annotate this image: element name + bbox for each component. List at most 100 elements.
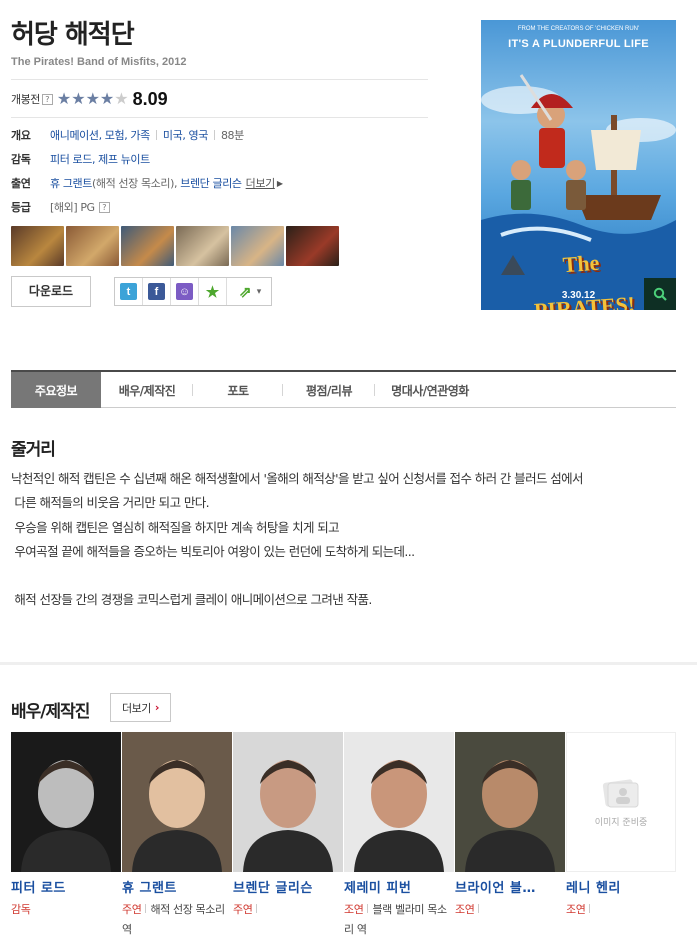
synopsis-heading: 줄거리 [11,440,56,460]
cast-card[interactable]: 제레미 피번조연 블랙 벨라미 목소리 역 [344,732,455,940]
download-button[interactable]: 다운로드 [11,276,91,307]
grade-label: 등급 [11,201,31,214]
role-type: 감독 [11,903,31,916]
still-thumbnail[interactable] [231,226,284,266]
still-thumbnail[interactable] [121,226,174,266]
facebook-button[interactable]: f [143,278,171,305]
tab-4[interactable]: 명대사/연관영화 [375,372,485,408]
rating-label: 개봉전 [11,93,40,106]
poster-tagline: IT'S A PLUNDERFUL LIFE [508,38,649,50]
cast-card[interactable]: 피터 로드감독 [11,732,122,940]
rating-score: 8.09 [132,88,168,109]
role-type: 주연 [233,903,253,916]
messenger-button[interactable]: ☺ [171,278,199,305]
movie-poster[interactable]: FROM THE CREATORS OF 'CHICKEN RUN' IT'S … [481,20,676,310]
cast-photo[interactable]: 이미지 준비중 [566,732,676,872]
cast-card[interactable]: 이미지 준비중레니 헨리조연 [566,732,677,940]
tab-label: 배우/제작진 [118,383,176,398]
crew-more-label: 더보기 [122,701,151,715]
cast-link-1[interactable]: 휴 그랜트 [50,175,92,191]
cast-name[interactable]: 휴 그랜트 [122,877,233,896]
person-silhouette [243,760,333,872]
grade-value: [해외] PG [50,201,95,214]
twitter-icon: t [120,283,137,300]
person-silhouette [21,760,111,872]
cast-more-link[interactable]: 더보기 [246,175,276,191]
role-type: 주연 [122,903,142,916]
cast-name[interactable]: 피터 로드 [11,877,122,896]
tab-label: 명대사/연관영화 [391,383,469,398]
cast-name[interactable]: 브라이언 블… [455,877,566,896]
cast-role: 조연 블랙 벨라미 목소리 역 [344,900,455,940]
director-link[interactable]: 피터 로드, 제프 뉴이트 [50,151,150,167]
star-icon: ★ [56,89,72,108]
star-icon: ★ [71,89,86,108]
cast-label: 출연 [11,177,31,190]
cast-list: 피터 로드감독 휴 그랜트주연 해적 선장 목소리 역 브렌단 글리슨주연 제레미… [11,732,677,940]
cast-card[interactable]: 브렌단 글리슨주연 [233,732,344,940]
cast-card[interactable]: 휴 그랜트주연 해적 선장 목소리 역 [122,732,233,940]
chevron-down-icon: ▾ [256,286,262,297]
help-icon[interactable]: ? [98,201,110,213]
still-thumbnail[interactable] [286,226,339,266]
separator [145,904,147,913]
zoom-button[interactable] [644,278,676,310]
star-icon: ★ [99,89,115,108]
tab-bar: 주요정보 배우/제작진 포토 평점/리뷰 명대사/연관영화 [11,370,676,408]
share-out-button[interactable]: ⇗ ▾ [227,278,271,305]
still-thumbnail[interactable] [11,226,64,266]
poster-credit-line: FROM THE CREATORS OF 'CHICKEN RUN' [517,26,640,32]
director-label: 감독 [11,153,31,166]
role-type: 조연 [455,903,475,916]
help-icon[interactable]: ? [41,93,53,105]
chevron-right-icon: › [154,701,160,714]
cast-name[interactable]: 제레미 피번 [344,877,455,896]
cast-photo[interactable] [344,732,454,872]
overview-label: 개요 [11,129,31,142]
tab-0[interactable]: 주요정보 [11,372,101,408]
cast-photo[interactable] [122,732,232,872]
info-overview: 개요 애니메이션, 모험, 가족 미국, 영국 88분 [11,127,244,143]
stills-strip [11,226,339,266]
cast-link-2[interactable]: 브렌단 글리슨 [180,175,242,191]
crew-more-button[interactable]: 더보기 › [110,693,171,722]
no-image-text: 이미지 준비중 [594,817,648,828]
tab-2[interactable]: 포토 [193,372,283,408]
twitter-button[interactable]: t [115,278,143,305]
page-title: 허당 해적단 [11,20,135,50]
synopsis-text: 낙천적인 해적 캡틴은 수 십년째 해온 해적생활에서 '올해의 해적상'을 받… [11,471,584,608]
cast-photo[interactable] [233,732,343,872]
original-title: The Pirates! Band of Misfits, 2012 [11,56,187,68]
cast-card[interactable]: 브라이언 블… 조연 [455,732,566,940]
poster-logo: The PIRATES! [533,249,636,310]
favorite-star-button[interactable]: ★ [199,278,227,305]
no-image-icon [602,778,639,807]
cast-photo[interactable] [11,732,121,872]
share-out-icon: ⇗ [238,283,252,301]
cast-role: 주연 해적 선장 목소리 역 [122,900,233,940]
person-silhouette [465,760,555,872]
role-type: 조연 [566,903,586,916]
separator [478,904,480,913]
info-grade: 등급 [해외] PG ? [11,199,110,215]
chevron-right-icon: ▶ [276,178,283,188]
separator [213,130,215,140]
still-thumbnail[interactable] [66,226,119,266]
tab-label: 주요정보 [34,383,78,398]
star-icon: ★ [114,89,129,108]
separator [367,904,369,913]
country-link[interactable]: 미국, 영국 [163,127,208,143]
runtime: 88분 [220,129,244,142]
share-buttons: t f ☺ ★ ⇗ ▾ [114,277,272,306]
cast-role: 조연 [566,900,677,920]
cast-name[interactable]: 레니 헨리 [566,877,677,896]
tab-3[interactable]: 평점/리뷰 [283,372,375,408]
cast-photo[interactable] [455,732,565,872]
genre-link[interactable]: 애니메이션, 모험, 가족 [50,127,150,143]
rating-stars: ★ ★ ★ ★ ★ [57,91,129,107]
divider [11,117,428,118]
still-thumbnail[interactable] [176,226,229,266]
tab-1[interactable]: 배우/제작진 [101,372,193,408]
cast-name[interactable]: 브렌단 글리슨 [233,877,344,896]
tab-label: 평점/리뷰 [305,383,353,398]
